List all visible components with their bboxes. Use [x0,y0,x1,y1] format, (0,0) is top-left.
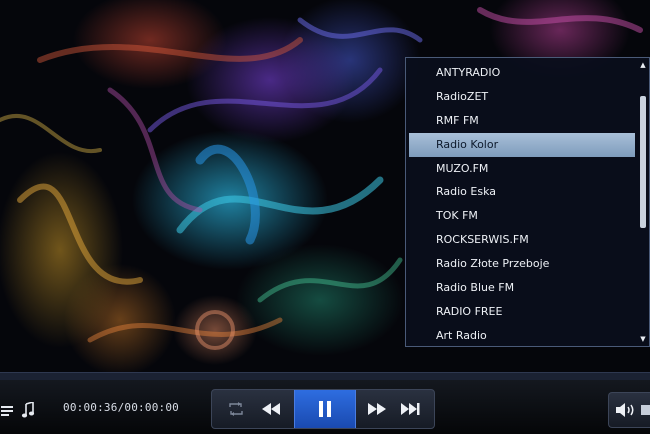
music-note-icon [21,402,35,418]
playlist-scrollbar[interactable]: ▲ ▼ [639,60,647,344]
pause-icon [319,401,331,417]
transport-controls [211,389,435,429]
rewind-button[interactable] [256,398,286,420]
playlist-item[interactable]: Radio Kolor [409,132,635,157]
playlist-item[interactable]: RadioZET [407,85,637,109]
repeat-icon [229,402,243,416]
playlist-item[interactable]: Radio Złote Przeboje [407,252,637,276]
next-track-icon [401,403,420,415]
playlist-item[interactable]: RADIO FREE [407,300,637,324]
left-controls [0,392,42,428]
playlist-item[interactable]: Art Radio [407,324,637,348]
scrollbar-thumb[interactable] [640,96,646,228]
playlist-item[interactable]: MUZO.FM [407,157,637,181]
next-track-button[interactable] [396,398,426,420]
control-bar: 00:00:36/00:00:00 [0,380,650,434]
playlist-item[interactable]: ANTYRADIO [407,61,637,85]
playlist-panel: ANTYRADIO RadioZET RMF FM Radio Kolor MUZO.F… [405,57,650,347]
time-display: 00:00:36/00:00:00 [63,401,179,414]
playlist-item[interactable]: Radio Eska [407,180,637,204]
playlist-item[interactable]: Radio Blue FM [407,276,637,300]
playlist-icon [1,406,13,416]
playlist-item[interactable]: RMF FM [407,109,637,133]
playlist-item[interactable]: ROCKSERWIS.FM [407,228,637,252]
scroll-down-icon[interactable]: ▼ [639,334,647,344]
volume-button[interactable] [615,399,637,421]
rewind-icon [262,403,280,415]
seek-bar[interactable] [0,372,650,380]
speaker-icon [616,403,634,417]
fast-forward-icon [368,403,386,415]
pause-button[interactable] [294,390,356,428]
playlist-list: ANTYRADIO RadioZET RMF FM Radio Kolor MUZO.F… [407,61,637,348]
playlist-toggle-button[interactable] [0,398,14,422]
repeat-button[interactable] [222,398,250,420]
scroll-up-icon[interactable]: ▲ [639,60,647,70]
playlist-item[interactable]: TOK FM [407,204,637,228]
music-note-button[interactable] [18,398,38,422]
volume-controls [608,392,650,428]
fast-forward-button[interactable] [362,398,392,420]
volume-slider[interactable] [641,405,650,415]
